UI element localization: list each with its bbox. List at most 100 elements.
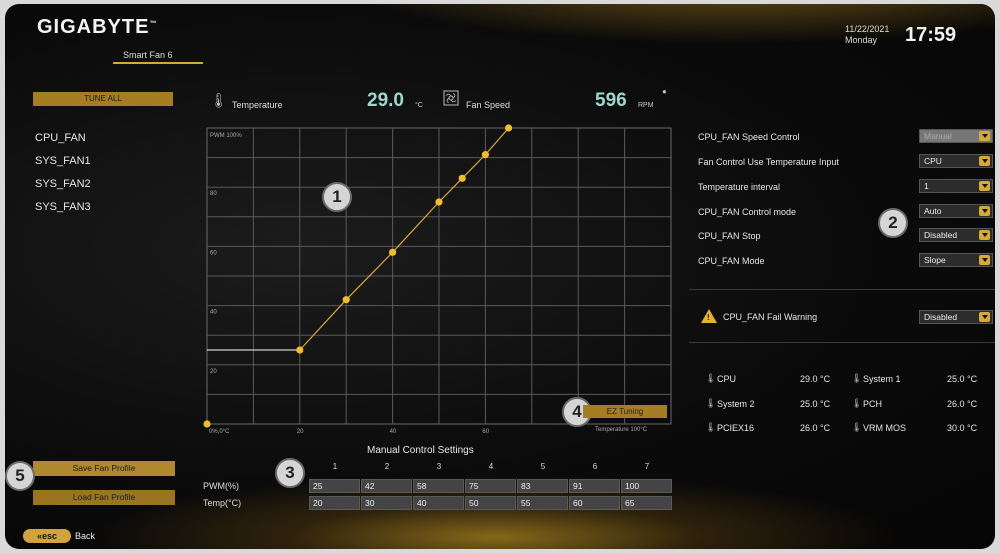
fan-speed-label: Fan Speed <box>466 100 511 110</box>
fan-mode-value: Slope <box>924 255 946 265</box>
temperature-input-label: Fan Control Use Temperature Input <box>698 157 839 167</box>
temp-input-2[interactable]: 30 <box>361 496 412 510</box>
temperature-interval-label: Temperature interval <box>698 182 781 192</box>
weekday-text: Monday <box>845 35 878 45</box>
curve-point <box>203 420 211 428</box>
y-tick-label: 20 <box>210 369 217 375</box>
pwm-input-3[interactable]: 58 <box>413 479 464 493</box>
page-title: Smart Fan 6 <box>123 50 173 60</box>
chevron-down-icon <box>979 156 990 166</box>
esc-button[interactable]: «esc <box>23 529 71 543</box>
sensor-value-pciex16: 26.0 °C <box>800 423 831 433</box>
speed-control-label: CPU_FAN Speed Control <box>698 132 800 142</box>
date-text: 11/22/2021 <box>845 24 890 34</box>
fan-stop-select[interactable]: Disabled <box>919 228 993 242</box>
fan-speed-value: 596 <box>595 90 627 111</box>
column-header: 2 <box>384 462 390 471</box>
curve-point <box>505 124 513 132</box>
sidebar-item-sys-fan1[interactable]: SYS_FAN1 <box>35 155 91 178</box>
temp-input-6[interactable]: 60 <box>569 496 620 510</box>
manual-control-title: Manual Control Settings <box>367 445 474 456</box>
speed-control-value: Manual <box>924 131 952 141</box>
clock-display: 17:59 <box>905 24 957 46</box>
temperature-input-value: CPU <box>924 156 942 166</box>
x-tick-label: 60 <box>482 429 489 434</box>
column-header: 7 <box>644 462 650 471</box>
sensor-value-system2: 25.0 °C <box>800 399 831 409</box>
curve-point <box>435 198 443 206</box>
fan-curve-line <box>299 127 510 351</box>
fan-mode-select[interactable]: Slope <box>919 253 993 267</box>
control-mode-value: Auto <box>924 206 942 216</box>
logo-trademark: ™ <box>149 20 158 28</box>
curve-point <box>296 346 304 354</box>
thermometer-icon: 🌡 <box>210 92 228 108</box>
x-tick-label: 20 <box>297 429 304 434</box>
fail-warning-select[interactable]: Disabled <box>919 310 993 324</box>
y-tick-label: 80 <box>210 191 217 197</box>
sensor-name-pch: PCH <box>863 399 883 409</box>
column-header: 5 <box>540 462 546 471</box>
y-axis-title: PWM 100% <box>210 133 242 139</box>
pwm-row-label: PWM(%) <box>203 481 239 491</box>
pwm-input-5[interactable]: 83 <box>517 479 568 493</box>
callout-badge-2: 2 <box>878 208 908 238</box>
callout-badge-1: 1 <box>322 182 352 212</box>
pwm-input-7[interactable]: 100 <box>621 479 672 493</box>
callout-badge-5: 5 <box>5 461 35 491</box>
sensor-name-system2: System 2 <box>717 399 755 409</box>
temperature-interval-value: 1 <box>924 181 929 191</box>
curve-point <box>481 151 489 159</box>
manual-column-headers: 1 2 3 4 5 6 7 <box>309 462 671 474</box>
x-axis-title: Temperature 100°C <box>595 427 648 433</box>
chevron-down-icon <box>979 181 990 191</box>
temp-input-3[interactable]: 40 <box>413 496 464 510</box>
fan-speed-unit: RPM <box>638 102 654 109</box>
chevron-down-icon <box>979 312 990 322</box>
pwm-input-4[interactable]: 75 <box>465 479 516 493</box>
callout-badge-3: 3 <box>275 458 305 488</box>
sidebar-item-sys-fan2[interactable]: SYS_FAN2 <box>35 178 91 201</box>
y-tick-label: 40 <box>210 310 217 316</box>
temp-input-1[interactable]: 20 <box>309 496 360 510</box>
sidebar-item-sys-fan3[interactable]: SYS_FAN3 <box>35 201 91 224</box>
temp-input-7[interactable]: 65 <box>621 496 672 510</box>
fail-warning-label: CPU_FAN Fail Warning <box>723 312 818 322</box>
temperature-label: Temperature <box>232 100 283 110</box>
thermometer-icon: 🌡 <box>705 373 717 383</box>
tune-all-button[interactable]: TUNE ALL <box>33 92 173 106</box>
divider <box>689 289 995 290</box>
column-header: 4 <box>488 462 494 471</box>
temp-input-5[interactable]: 55 <box>517 496 568 510</box>
temperature-input-select[interactable]: CPU <box>919 154 993 168</box>
pwm-input-2[interactable]: 42 <box>361 479 412 493</box>
fan-stop-label: CPU_FAN Stop <box>698 231 761 241</box>
control-mode-select[interactable]: Auto <box>919 204 993 218</box>
sensor-name-pciex16: PCIEX16 <box>717 423 755 433</box>
sensor-value-pch: 26.0 °C <box>947 399 978 409</box>
chevron-down-icon <box>979 255 990 265</box>
temperature-unit: °C <box>415 102 423 109</box>
fan-curve-chart[interactable]: PWM 100% 80 60 40 20 0%,0°C 20 40 60 <box>203 124 675 434</box>
sensor-name-vrm-mos: VRM MOS <box>863 423 907 433</box>
column-header: 6 <box>592 462 598 471</box>
control-mode-label: CPU_FAN Control mode <box>698 207 797 217</box>
curve-point <box>342 296 350 304</box>
sensor-value-vrm-mos: 30.0 °C <box>947 423 978 433</box>
logo-text: GIGABYTE <box>37 16 150 38</box>
save-fan-profile-button[interactable]: Save Fan Profile <box>33 461 175 476</box>
temperature-interval-select[interactable]: 1 <box>919 179 993 193</box>
sidebar-item-cpu-fan[interactable]: CPU_FAN <box>35 132 91 155</box>
temp-input-4[interactable]: 50 <box>465 496 516 510</box>
divider <box>689 342 995 343</box>
pwm-input-1[interactable]: 25 <box>309 479 360 493</box>
speed-control-select[interactable]: Manual <box>919 129 993 143</box>
load-fan-profile-button[interactable]: Load Fan Profile <box>33 490 175 505</box>
pwm-input-6[interactable]: 91 <box>569 479 620 493</box>
back-label: Back <box>75 531 96 541</box>
thermometer-icon: 🌡 <box>851 398 863 408</box>
x-tick-label: 40 <box>390 429 397 434</box>
y-tick-label: 60 <box>210 250 217 256</box>
warning-exclamation-icon: ! <box>707 313 710 322</box>
ez-tuning-button[interactable]: EZ Tuning <box>583 405 667 418</box>
